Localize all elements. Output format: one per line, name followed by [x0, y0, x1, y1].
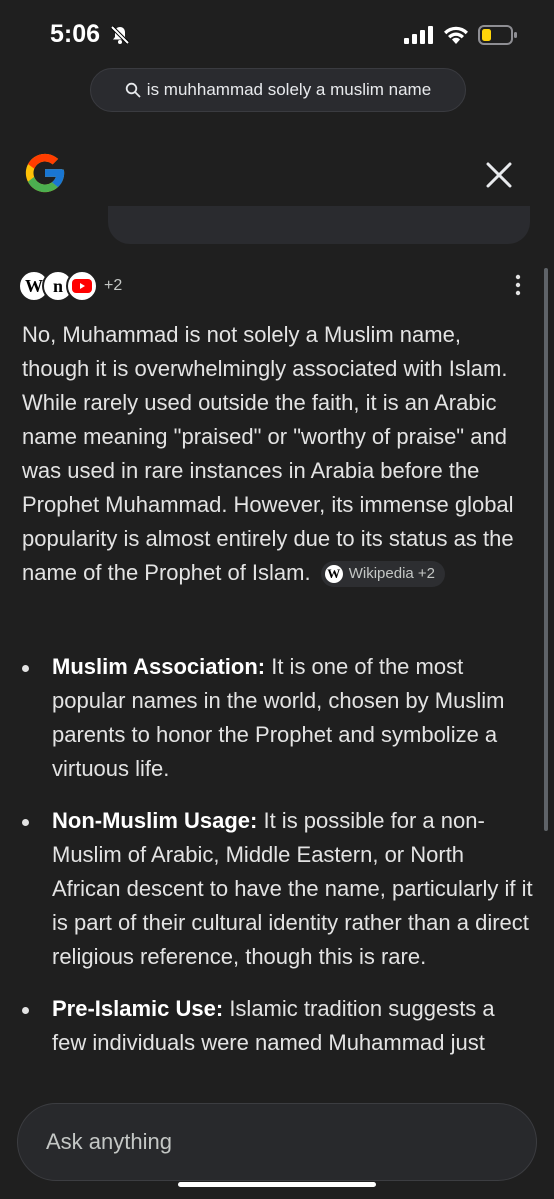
search-icon — [125, 82, 141, 98]
list-item: Muslim Association: It is one of the mos… — [22, 650, 534, 786]
ask-anything-input[interactable]: Ask anything — [17, 1103, 537, 1181]
bullet-title: Muslim Association: — [52, 654, 266, 679]
ask-input-placeholder: Ask anything — [46, 1129, 172, 1154]
cellular-signal-icon — [404, 26, 434, 49]
ai-answer: No, Muhammad is not solely a Muslim name… — [22, 318, 534, 590]
youtube-icon — [66, 270, 98, 302]
bullet-dot — [22, 665, 29, 672]
status-bar: 5:06 — [0, 0, 554, 70]
wikipedia-icon: W — [324, 565, 343, 584]
source-chip-label: Wikipedia +2 — [348, 565, 436, 583]
bullet-dot — [22, 1007, 29, 1014]
list-item: Non-Muslim Usage: It is possible for a n… — [22, 804, 534, 974]
home-indicator[interactable] — [178, 1182, 376, 1187]
battery-icon — [478, 25, 518, 50]
silent-bell-icon — [110, 25, 130, 50]
status-time: 5:06 — [50, 20, 101, 48]
bullet-title: Pre-Islamic Use: — [52, 996, 224, 1021]
answer-text: No, Muhammad is not solely a Muslim name… — [22, 322, 514, 585]
more-vert-icon — [515, 274, 521, 296]
search-query-pill[interactable]: is muhhammad solely a muslim name — [90, 68, 466, 112]
close-button[interactable] — [484, 160, 514, 190]
wifi-icon — [443, 25, 469, 50]
google-logo-icon — [22, 150, 68, 196]
previous-message-card — [108, 206, 530, 244]
bullet-dot — [22, 819, 29, 826]
search-query-text: is muhhammad solely a muslim name — [146, 80, 432, 99]
bullet-title: Non-Muslim Usage: — [52, 808, 258, 833]
answer-paragraph: No, Muhammad is not solely a Muslim name… — [22, 318, 534, 590]
more-options-button[interactable] — [510, 274, 526, 296]
scrollbar[interactable] — [544, 268, 548, 831]
source-favicons[interactable]: W n +2 — [18, 270, 122, 302]
answer-bullets: Muslim Association: It is one of the mos… — [22, 650, 534, 1078]
more-sources-count: +2 — [104, 277, 123, 294]
source-chip[interactable]: W Wikipedia +2 — [320, 561, 446, 588]
close-icon — [486, 162, 512, 188]
list-item: Pre-Islamic Use: Islamic tradition sugge… — [22, 992, 534, 1060]
